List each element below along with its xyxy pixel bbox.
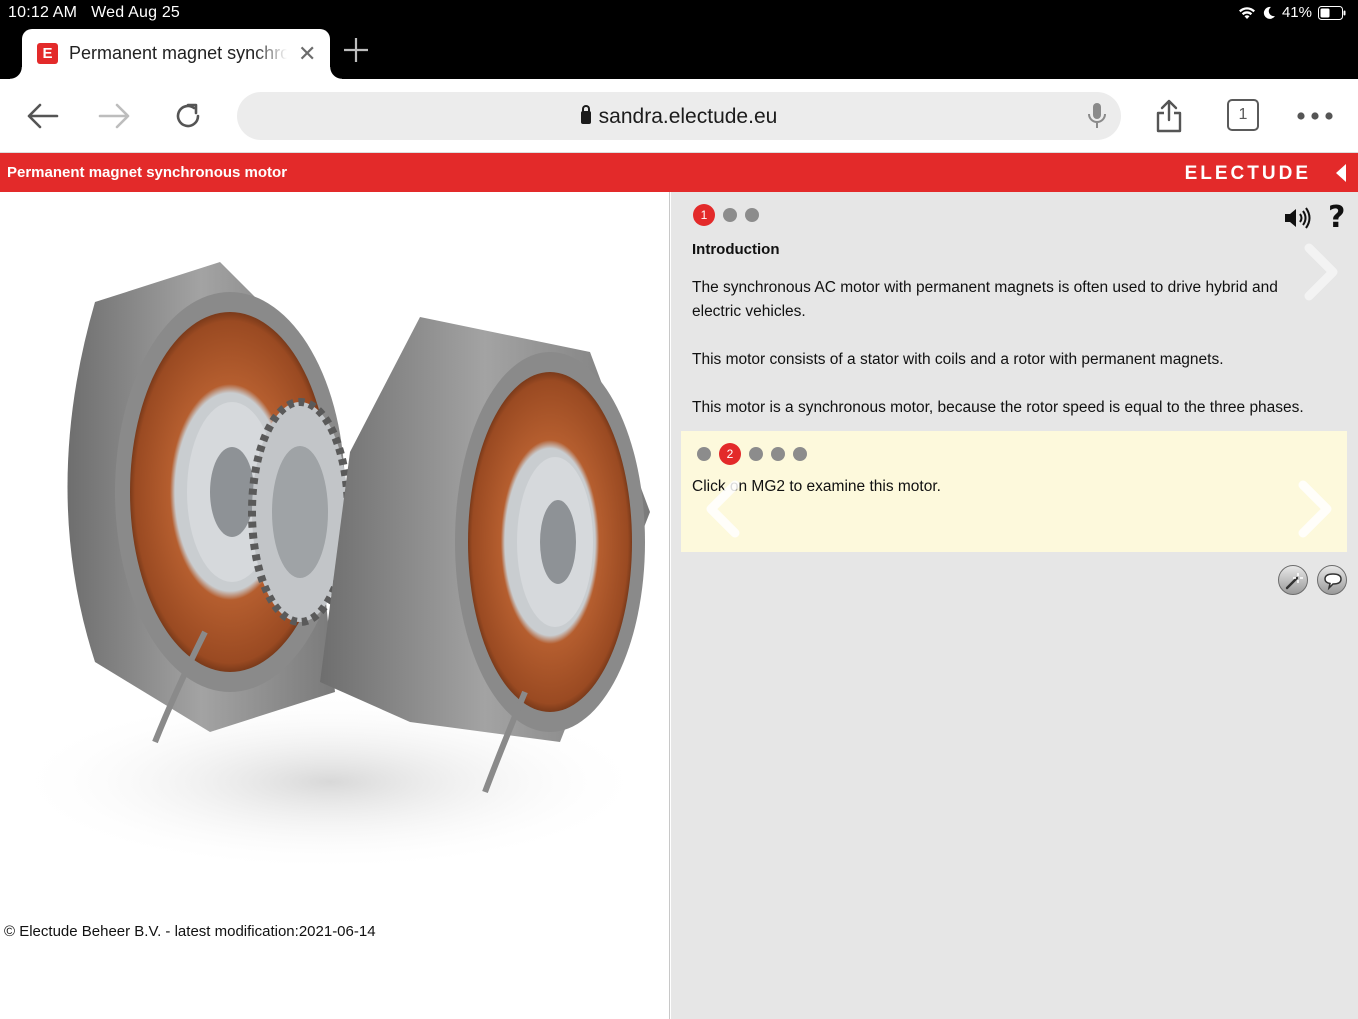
illustration-pane: © Electude Beheer B.V. - latest modifica… xyxy=(0,192,670,1019)
speech-bubble-icon xyxy=(1324,573,1342,591)
status-indicators: 41% xyxy=(1238,4,1346,21)
previous-chevron-icon[interactable] xyxy=(703,479,745,539)
microphone-icon[interactable] xyxy=(1087,102,1107,135)
section-title: Introduction xyxy=(692,241,780,258)
step-dot[interactable] xyxy=(723,208,737,222)
more-icon[interactable] xyxy=(1297,98,1333,134)
favicon-icon: E xyxy=(37,43,58,64)
lesson-pane: 1 ? Introduction The synchronous AC moto… xyxy=(671,192,1358,1019)
electude-logo: ELECTUDE xyxy=(1184,163,1311,184)
magic-wand-button[interactable] xyxy=(1278,565,1308,595)
tab-title: Permanent magnet synchronous motor xyxy=(69,43,287,63)
step-dot[interactable] xyxy=(745,208,759,222)
magic-wand-icon xyxy=(1285,573,1303,590)
page-title: Permanent magnet synchronous motor xyxy=(7,164,288,181)
step-dot[interactable] xyxy=(793,447,807,461)
app-header: Permanent magnet synchronous motor ELECT… xyxy=(0,153,1358,192)
lock-icon xyxy=(580,105,591,124)
task-panel: 2 Click on MG2 to examine this motor. xyxy=(681,431,1347,552)
address-bar[interactable]: sandra.electude.eu xyxy=(237,92,1121,140)
step-dot[interactable] xyxy=(697,447,711,461)
close-tab-icon[interactable]: ✕ xyxy=(298,41,316,67)
battery-icon xyxy=(1318,5,1346,20)
task-step-indicator: 2 xyxy=(697,443,807,465)
forward-icon[interactable] xyxy=(97,98,133,134)
collapse-arrow-icon[interactable] xyxy=(1336,164,1346,182)
back-icon[interactable] xyxy=(24,98,60,134)
next-chevron-icon[interactable] xyxy=(1299,242,1341,302)
step-dot-active[interactable]: 1 xyxy=(693,204,715,226)
help-button[interactable]: ? xyxy=(1328,200,1345,235)
intro-step-indicator: 1 xyxy=(693,204,759,226)
url-text: sandra.electude.eu xyxy=(598,105,778,128)
new-tab-icon[interactable] xyxy=(343,37,369,63)
wifi-icon xyxy=(1238,6,1256,20)
battery-percent: 41% xyxy=(1281,4,1312,21)
browser-toolbar: sandra.electude.eu 1 xyxy=(0,79,1358,153)
moon-icon xyxy=(1262,6,1276,20)
speaker-icon[interactable] xyxy=(1283,206,1311,235)
comment-button[interactable] xyxy=(1317,565,1347,595)
motor-image[interactable] xyxy=(0,222,670,882)
reload-icon[interactable] xyxy=(170,98,206,134)
share-icon[interactable] xyxy=(1151,98,1187,134)
intro-paragraph: This motor consists of a stator with coi… xyxy=(692,351,1224,368)
browser-tab[interactable]: E Permanent magnet synchronous motor ✕ xyxy=(10,29,342,79)
intro-paragraph: The synchronous AC motor with permanent … xyxy=(692,279,1278,320)
status-date: Wed Aug 25 xyxy=(91,4,181,21)
step-dot[interactable] xyxy=(771,447,785,461)
next-chevron-icon[interactable] xyxy=(1293,479,1335,539)
step-dot-active[interactable]: 2 xyxy=(719,443,741,465)
tabs-icon[interactable]: 1 xyxy=(1227,99,1259,131)
status-bar: 10:12 AM Wed Aug 25 41% E Permanent magn… xyxy=(0,0,1358,79)
copyright-text: © Electude Beheer B.V. - latest modifica… xyxy=(4,923,376,940)
intro-paragraph: This motor is a synchronous motor, becau… xyxy=(692,399,1304,416)
step-dot[interactable] xyxy=(749,447,763,461)
status-time: 10:12 AM Wed Aug 25 xyxy=(8,4,181,21)
